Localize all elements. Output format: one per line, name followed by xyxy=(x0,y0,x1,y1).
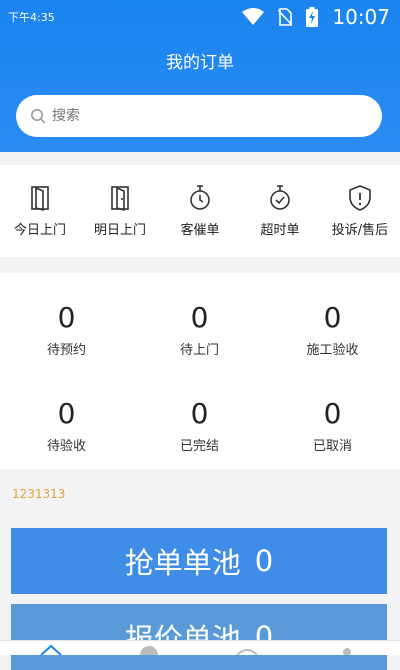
grab-pool-count: 0 xyxy=(254,544,274,578)
quick-action-label: 投诉/售后 xyxy=(331,223,389,238)
stat-construction-inspection[interactable]: 0 施工验收 xyxy=(266,301,399,358)
stat-value: 0 xyxy=(323,301,342,334)
grab-pool-label: 抢单单池 xyxy=(124,546,241,580)
quick-action-today-visit[interactable]: 今日上门 xyxy=(0,183,80,238)
stat-pending-appointment[interactable]: 0 待预约 xyxy=(0,301,133,358)
battery-charging-icon xyxy=(306,7,319,27)
quick-action-label: 今日上门 xyxy=(13,223,66,238)
status-icons: 10:07 xyxy=(242,5,390,29)
search-bar[interactable] xyxy=(16,95,382,137)
status-time-small: 下午4:35 xyxy=(8,11,55,24)
bottom-tab-bar xyxy=(0,640,400,655)
stat-value: 0 xyxy=(190,397,209,430)
home-tab-icon[interactable] xyxy=(36,643,66,655)
quick-action-complaint[interactable]: 投诉/售后 xyxy=(320,183,400,238)
stat-value: 0 xyxy=(57,301,76,334)
stat-pending-visit[interactable]: 0 待上门 xyxy=(133,301,266,358)
info-code: 1231313 xyxy=(12,487,66,501)
quick-action-label: 超时单 xyxy=(260,223,300,238)
stat-label: 待上门 xyxy=(179,343,219,358)
stat-label: 待验收 xyxy=(46,439,86,454)
message-tab-icon[interactable] xyxy=(232,643,262,655)
quote-order-pool-button[interactable]: 报价单池 0 xyxy=(11,604,387,670)
quick-action-label: 明日上门 xyxy=(93,223,146,238)
page-title: 我的订单 xyxy=(166,53,234,73)
quick-action-label: 客催单 xyxy=(180,223,220,238)
search-icon xyxy=(31,109,46,124)
quick-action-overdue[interactable]: 超时单 xyxy=(240,183,320,238)
quick-actions: 今日上门 明日上门 客催单 超时单 投诉/售后 xyxy=(0,165,400,257)
stat-label: 已完结 xyxy=(179,439,219,454)
profile-tab-icon[interactable] xyxy=(332,643,362,655)
stat-value: 0 xyxy=(190,301,209,334)
status-clock: 10:07 xyxy=(332,5,390,29)
header: 下午4:35 10:07 我的订单 xyxy=(0,0,400,152)
alarm-clock-icon xyxy=(270,185,290,210)
search-input[interactable] xyxy=(52,108,352,124)
order-stats: 0 待预约 0 待上门 0 施工验收 0 待验收 0 已完结 0 已取消 xyxy=(0,273,400,469)
no-sim-icon xyxy=(278,8,293,26)
stat-value: 0 xyxy=(57,397,76,430)
alarm-clock-icon xyxy=(190,185,210,210)
stat-label: 已取消 xyxy=(312,439,352,454)
stat-completed[interactable]: 0 已完结 xyxy=(133,397,266,454)
quick-action-tomorrow-visit[interactable]: 明日上门 xyxy=(80,183,160,238)
wifi-icon xyxy=(242,8,265,25)
stat-value: 0 xyxy=(323,397,342,430)
stat-label: 待预约 xyxy=(46,343,86,358)
stat-label: 施工验收 xyxy=(306,343,359,358)
shield-alert-icon xyxy=(349,185,371,211)
door-icon xyxy=(31,186,49,212)
grab-order-pool-button[interactable]: 抢单单池 0 xyxy=(11,528,387,594)
stat-cancelled[interactable]: 0 已取消 xyxy=(266,397,399,454)
order-tab-icon[interactable] xyxy=(134,643,164,655)
quick-action-customer-urge[interactable]: 客催单 xyxy=(160,183,240,238)
status-bar: 下午4:35 10:07 xyxy=(0,0,400,36)
door-icon xyxy=(111,186,129,212)
stat-pending-acceptance[interactable]: 0 待验收 xyxy=(0,397,133,454)
